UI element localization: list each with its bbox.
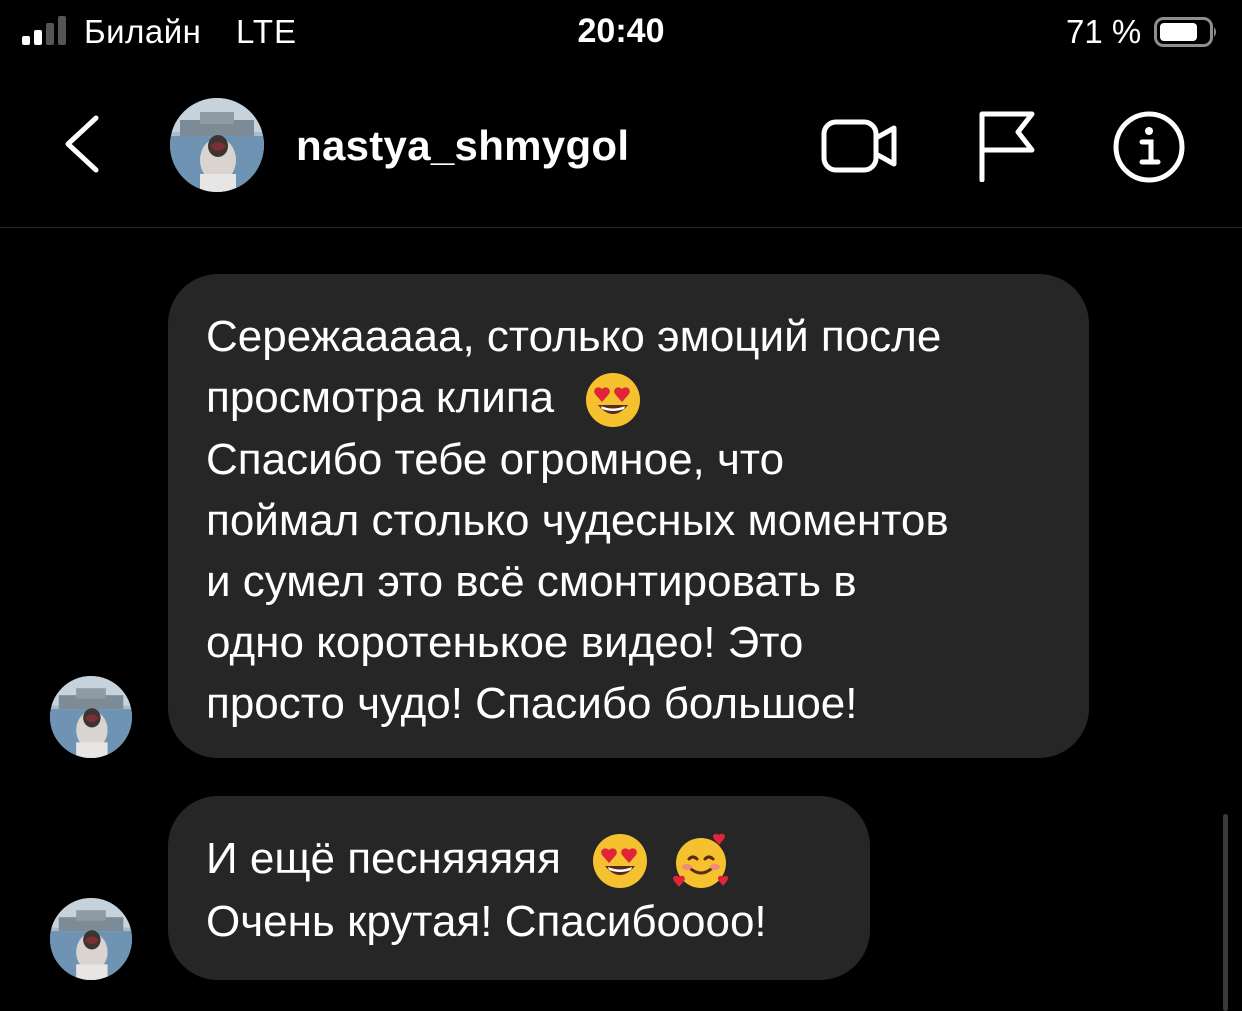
sender-avatar[interactable]	[50, 898, 132, 980]
avatar-photo	[50, 898, 132, 980]
scrollbar[interactable]	[1223, 814, 1228, 1011]
message-line: просто чудо! Спасибо большое!	[206, 679, 858, 729]
message-line-with-emoji: И ещё песняяяяя	[206, 828, 832, 891]
avatar-photo	[170, 98, 264, 192]
heart-eyes-emoji	[593, 834, 648, 889]
smiling-face-with-hearts-emoji	[673, 834, 729, 889]
message-line: И ещё песняяяяя	[206, 834, 561, 883]
status-time: 20:40	[577, 12, 665, 50]
message-line: одно коротенькое видео! Это	[206, 618, 804, 668]
back-chevron-icon[interactable]	[58, 112, 106, 176]
message-line: Спасибо тебе огромное, что	[206, 435, 785, 485]
message-bubble[interactable]: И ещё песняяяяя Очень крутая! Спасибоооо…	[168, 796, 870, 980]
chat-username[interactable]: nastya_shmygol	[296, 122, 629, 170]
message-line: поймал столько чудесных моментов	[206, 496, 949, 546]
info-icon[interactable]	[1112, 110, 1186, 184]
message-line: и сумел это всё смонтировать в	[206, 557, 857, 607]
heart-eyes-emoji	[586, 373, 641, 428]
message-line: Сережааааа, столько эмоций после	[206, 312, 942, 361]
flag-icon[interactable]	[974, 110, 1038, 182]
message-line: просмотра клипа	[206, 373, 555, 422]
message-line-with-emoji: просмотра клипа	[206, 367, 1051, 429]
status-bar: Билайн LTE 20:40 71 %	[0, 0, 1242, 66]
message-line: Очень крутая! Спасибоооо!	[206, 897, 767, 947]
battery-percent: 71 %	[1066, 13, 1142, 50]
message-bubble[interactable]: Сережааааа, столько эмоций после просмот…	[168, 274, 1089, 758]
battery-icon	[1154, 17, 1216, 47]
sender-avatar[interactable]	[50, 676, 132, 758]
avatar-photo	[50, 676, 132, 758]
profile-avatar[interactable]	[170, 98, 264, 192]
video-call-icon[interactable]	[820, 114, 900, 178]
chat-header: nastya_shmygol	[0, 66, 1242, 228]
